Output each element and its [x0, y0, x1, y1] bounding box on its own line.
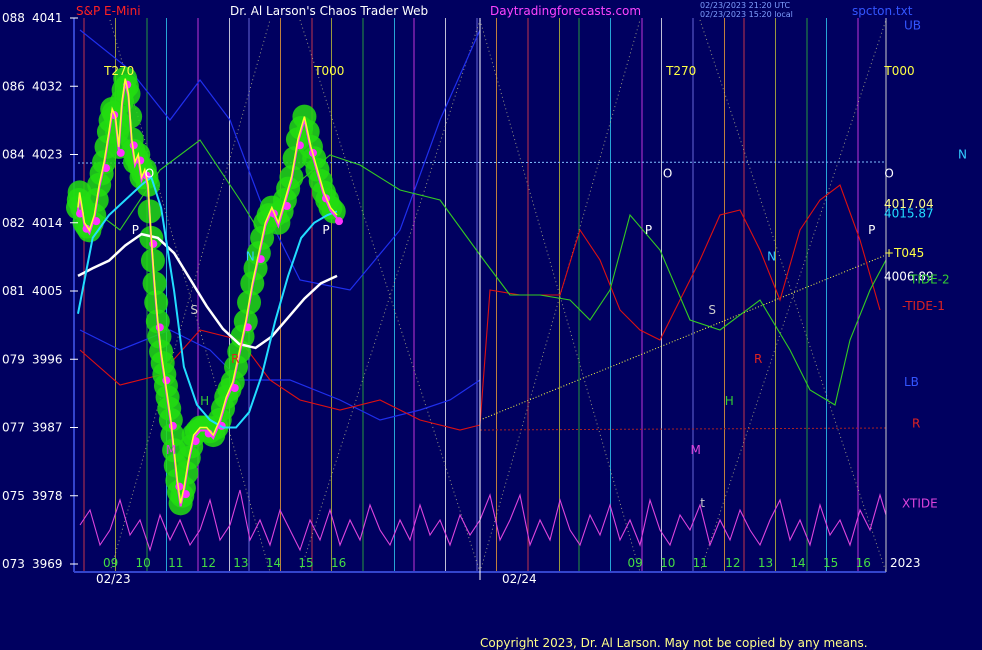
- x-tick-label: 11: [693, 556, 708, 570]
- y-tick-label: 4032: [32, 79, 63, 93]
- x-tick-label: 09: [103, 556, 118, 570]
- file-label: spcton.txt: [852, 4, 913, 18]
- chart-marker: O: [884, 166, 893, 180]
- chart-marker: T000: [313, 64, 344, 78]
- chart-marker: N: [767, 250, 776, 264]
- right-label: R: [912, 417, 920, 431]
- x-tick-label: 10: [136, 556, 151, 570]
- y-tick-left-code: 075: [2, 489, 25, 503]
- right-label: 4015.87: [884, 207, 934, 221]
- x-tick-label: 12: [725, 556, 740, 570]
- y-tick-left-code: 088: [2, 11, 25, 25]
- right-label: +T045: [884, 246, 924, 260]
- chart-marker: R: [754, 352, 762, 366]
- chart-canvas: 088 4041 086 4032 084 4023 082 4014 081 4005 079 39…: [0, 0, 982, 650]
- x-tick-label: 14: [790, 556, 805, 570]
- x-tick-label: 15: [298, 556, 313, 570]
- y-tick-label: 4023: [32, 148, 63, 162]
- timestamp-utc: 02/23/2023 21:20 UTC: [700, 1, 791, 10]
- price-dot: [116, 148, 125, 157]
- copyright-text: Copyright 2023, Dr. Al Larson. May not b…: [480, 636, 868, 650]
- right-label: N: [958, 148, 967, 162]
- y-tick-left-code: 077: [2, 421, 25, 435]
- right-label: XTIDE: [902, 496, 938, 510]
- x-tick-label: 11: [168, 556, 183, 570]
- y-tick-left-code: 082: [2, 216, 25, 230]
- x-tick-label: 12: [201, 556, 216, 570]
- x-tick-label: 14: [266, 556, 281, 570]
- y-tick-label: 3969: [32, 557, 63, 571]
- x-tick-label: 15: [823, 556, 838, 570]
- y-tick-label: 4005: [32, 284, 63, 298]
- date-day2: 02/24: [502, 572, 537, 586]
- date-day1: 02/23: [96, 572, 131, 586]
- y-tick-left-code: 081: [2, 284, 25, 298]
- chart-marker: T000: [883, 64, 914, 78]
- x-tick-label: 10: [660, 556, 675, 570]
- chart-marker: M: [691, 443, 701, 457]
- timestamp-local: 02/23/2023 15:20 local: [700, 10, 793, 19]
- chart-marker: H: [725, 394, 734, 408]
- x-tick-label: 13: [758, 556, 773, 570]
- chart-marker: R: [231, 352, 239, 366]
- chart-marker: O: [145, 166, 154, 180]
- y-tick-left-code: 079: [2, 352, 25, 366]
- y-tick-label: 3996: [32, 352, 63, 366]
- y-tick-left-code: 073: [2, 557, 25, 571]
- chart-marker: S: [708, 303, 716, 317]
- x-tick-label: 09: [628, 556, 643, 570]
- x-tick-label: 16: [331, 556, 346, 570]
- y-tick-left-code: 086: [2, 79, 25, 93]
- chart-marker: P: [322, 223, 329, 237]
- chart-marker: P: [868, 223, 875, 237]
- chart-marker: T270: [665, 64, 696, 78]
- chart-marker: O: [663, 166, 672, 180]
- y-tick-left-code: 084: [2, 148, 25, 162]
- chart-marker: t: [700, 496, 705, 510]
- right-label: UB: [904, 19, 921, 33]
- right-label: -TIDE-1: [902, 299, 945, 313]
- chart-marker: T270: [103, 64, 134, 78]
- chart-title: Dr. Al Larson's Chaos Trader Web: [230, 4, 428, 18]
- chart-marker: H: [200, 394, 209, 408]
- x-tick-label: 13: [233, 556, 248, 570]
- x-tick-label: 16: [856, 556, 871, 570]
- site-link[interactable]: Daytradingforecasts.com: [490, 4, 641, 18]
- chart-marker: N: [246, 250, 255, 264]
- symbol-label: S&P E-Mini: [76, 4, 141, 18]
- year-label: 2023: [890, 556, 921, 570]
- y-tick-label: 3978: [32, 489, 63, 503]
- chart-marker: P: [132, 223, 139, 237]
- right-label: LB: [904, 375, 919, 389]
- y-tick-label: 4041: [32, 11, 63, 25]
- chart-marker: S: [190, 303, 198, 317]
- chart-marker: P: [645, 223, 652, 237]
- y-tick-label: 3987: [32, 421, 63, 435]
- y-tick-label: 4014: [32, 216, 63, 230]
- right-label: TIDE-2: [909, 273, 950, 287]
- chart-marker: M: [166, 443, 176, 457]
